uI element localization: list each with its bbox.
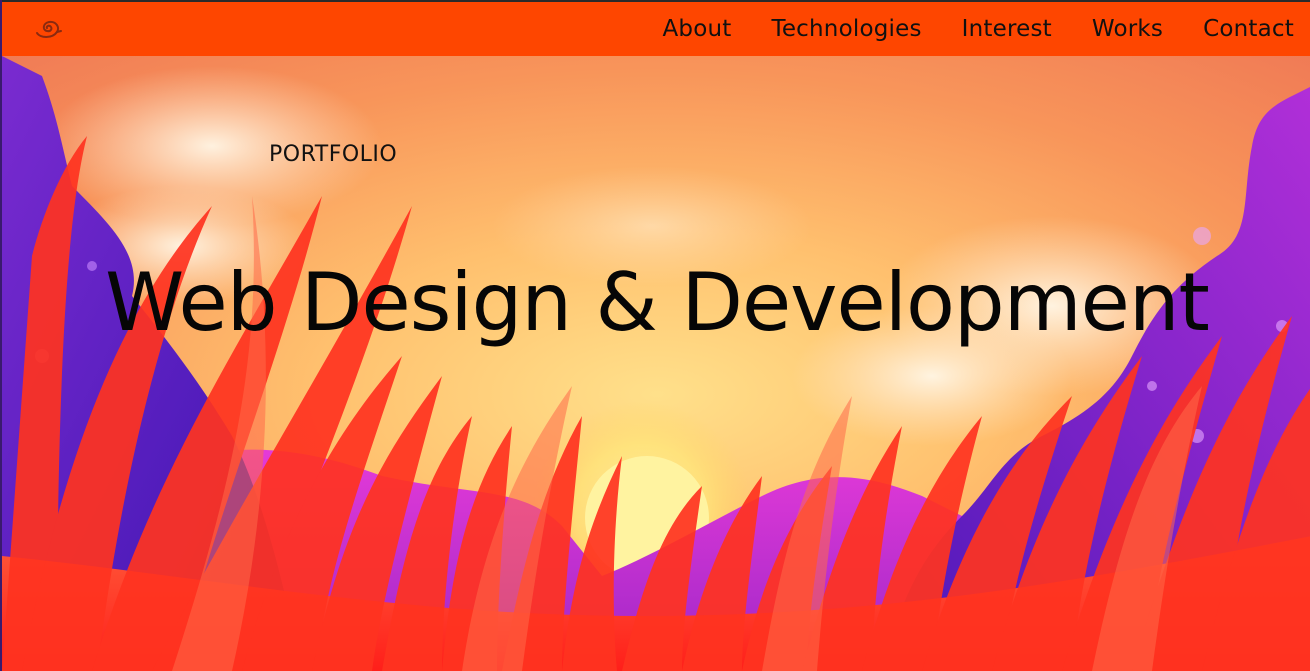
hero-kicker: PORTFOLIO	[269, 142, 398, 167]
logo-icon[interactable]	[34, 18, 62, 40]
nav-link-technologies[interactable]: Technologies	[771, 16, 921, 42]
nav-link-interest[interactable]: Interest	[962, 16, 1052, 42]
top-navbar: About Technologies Interest Works Contac…	[2, 0, 1310, 56]
hero-headline: Web Design & Development	[105, 256, 1210, 349]
page-frame: About Technologies Interest Works Contac…	[0, 0, 1310, 671]
nav-link-works[interactable]: Works	[1092, 16, 1163, 42]
nav-link-about[interactable]: About	[662, 16, 731, 42]
nav-link-contact[interactable]: Contact	[1203, 16, 1294, 42]
nav-links: About Technologies Interest Works Contac…	[662, 2, 1294, 56]
hero-section: PORTFOLIO Web Design & Development	[2, 56, 1310, 671]
hero-background-illustration	[2, 56, 1310, 671]
